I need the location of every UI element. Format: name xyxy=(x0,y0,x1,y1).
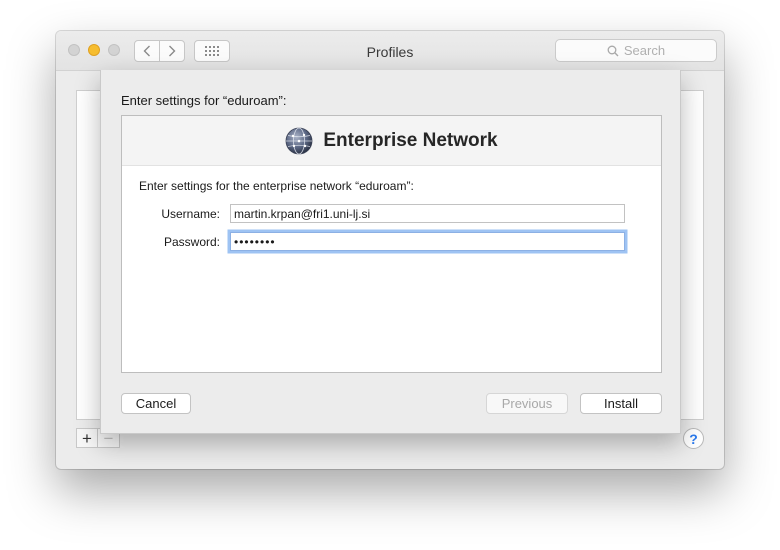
settings-content-box: Enterprise Network Enter settings for th… xyxy=(121,115,662,373)
password-label: Password: xyxy=(163,235,220,249)
enterprise-network-banner: Enterprise Network xyxy=(122,116,661,166)
search-icon xyxy=(607,45,619,56)
settings-sheet: Enter settings for “eduroam”: Enterprise… xyxy=(100,70,681,434)
title-bar: Profiles Search xyxy=(56,31,724,71)
search-placeholder: Search xyxy=(623,43,666,58)
help-button[interactable]: ? xyxy=(683,428,704,449)
install-button[interactable]: Install xyxy=(580,393,662,414)
username-field[interactable] xyxy=(230,204,625,223)
previous-button[interactable]: Previous xyxy=(486,393,568,414)
sheet-heading: Enter settings for “eduroam”: xyxy=(121,93,287,108)
add-profile-button[interactable]: + xyxy=(76,428,98,448)
network-globe-icon xyxy=(285,127,313,154)
search-field[interactable]: Search xyxy=(555,39,717,62)
instructions-text: Enter settings for the enterprise networ… xyxy=(139,179,414,193)
cancel-button[interactable]: Cancel xyxy=(121,393,191,414)
username-label: Username: xyxy=(161,207,220,221)
password-field[interactable] xyxy=(230,232,625,251)
banner-title: Enterprise Network xyxy=(323,129,498,151)
